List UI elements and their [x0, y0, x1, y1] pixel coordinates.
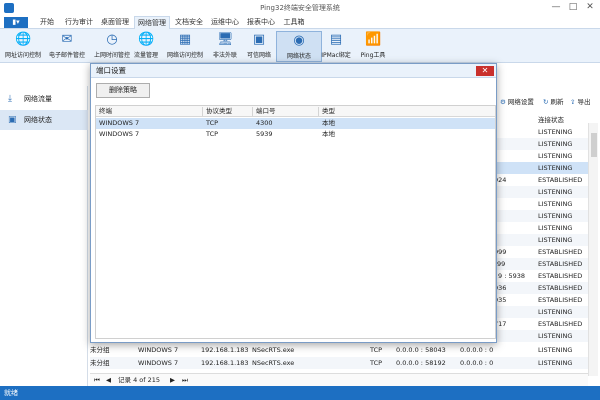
table-row[interactable]: 未分组 WINDOWS 7 192.168.1.183 NSecRTS.exe …: [90, 344, 590, 356]
app-menu-button[interactable]: ▮▾: [4, 17, 28, 28]
delete-policy-button[interactable]: 删除策略: [96, 83, 150, 98]
column-header-type[interactable]: 类型: [322, 106, 335, 117]
table-row[interactable]: 未分组 WINDOWS 7 192.168.1.183 NSecRTS.exe …: [90, 357, 590, 369]
ribbon-email-control[interactable]: ✉ 电子邮件管控: [44, 31, 90, 62]
globe-icon: 🌐: [15, 32, 32, 47]
globe-flow-icon: 🌐: [138, 32, 155, 47]
table-vertical-scrollbar[interactable]: [588, 123, 598, 376]
status-bar: 就绪: [0, 386, 600, 400]
minimize-button[interactable]: —: [548, 0, 564, 16]
table-row[interactable]: WINDOWS 7 TCP 5939 本地: [96, 129, 495, 140]
scrollbar-thumb[interactable]: [591, 133, 597, 157]
port-grid-header: 终端 协议类型 端口号 类型: [96, 106, 495, 117]
tab-document-security[interactable]: 文档安全: [172, 16, 206, 29]
tab-behavior-audit[interactable]: 行为审计: [62, 16, 96, 29]
network-icon: ▣: [8, 115, 17, 125]
window-title: Ping32终端安全管理系统: [260, 4, 340, 12]
settings-icon: ⚙: [500, 98, 506, 106]
dialog-close-button[interactable]: ✕: [476, 66, 494, 76]
title-bar: Ping32终端安全管理系统 — □ ✕: [0, 0, 600, 16]
traffic-icon: ⤓: [8, 94, 12, 104]
pager: ⏮ ◀ 记录 4 of 215 ▶ ⏭: [90, 373, 588, 386]
ribbon-ping-tool[interactable]: 📶 Ping工具: [350, 31, 396, 62]
dialog-title: 端口设置 ✕: [91, 64, 496, 78]
tab-network-management[interactable]: 网络管理: [134, 16, 170, 29]
refresh-button[interactable]: ↻ 刷新: [543, 96, 564, 108]
export-icon: ⇪: [570, 98, 576, 106]
trusted-network-icon: ▣: [252, 32, 266, 47]
left-nav: ⤓ 网络流量 ▣ 网络状态: [0, 86, 88, 386]
export-button[interactable]: ⇪ 导出: [570, 96, 591, 108]
port-grid: 终端 协议类型 端口号 类型 WINDOWS 7 TCP 4300 本地 WIN…: [95, 105, 496, 339]
port-settings-dialog: 端口设置 ✕ 删除策略 终端 协议类型 端口号 类型 WINDOWS 7 TCP…: [90, 63, 497, 343]
column-header-protocol[interactable]: 协议类型: [206, 106, 232, 117]
tab-desktop-management[interactable]: 桌面管理: [98, 16, 132, 29]
email-icon: ✉: [61, 32, 73, 47]
menu-bar: ▮▾ 开始 行为审计 桌面管理 网络管理 文档安全 运维中心 报表中心 工具箱: [0, 16, 600, 29]
refresh-icon: ↻: [543, 98, 549, 106]
column-header-port[interactable]: 端口号: [256, 106, 276, 117]
nav-item-network-traffic[interactable]: ⤓ 网络流量: [0, 89, 88, 109]
tab-ops-center[interactable]: 运维中心: [208, 16, 242, 29]
table-row[interactable]: WINDOWS 7 TCP 4300 本地: [96, 118, 495, 129]
tab-toolbox[interactable]: 工具箱: [280, 16, 308, 29]
close-button[interactable]: ✕: [582, 0, 598, 16]
tab-report-center[interactable]: 报表中心: [244, 16, 278, 29]
network-status-icon: ◉: [293, 33, 305, 48]
column-header-terminal[interactable]: 终端: [99, 106, 112, 117]
ribbon-toolbar: 🌐 网址访问控制 ✉ 电子邮件管控 ◷ 上网时间管控 🌐 流量管理 ▦ 网络访问…: [0, 29, 600, 63]
tab-start[interactable]: 开始: [34, 16, 60, 29]
computer-icon: 🖥: [217, 32, 234, 47]
firewall-icon: ▦: [178, 32, 192, 47]
ping-icon: 📶: [365, 32, 382, 47]
maximize-button[interactable]: □: [565, 0, 581, 16]
nav-item-network-status[interactable]: ▣ 网络状态: [0, 110, 88, 130]
ipmac-icon: ▤: [329, 32, 343, 47]
ribbon-url-access-control[interactable]: 🌐 网址访问控制: [0, 31, 46, 62]
clock-icon: ◷: [106, 32, 118, 47]
column-header-conn-state: 连接状态: [538, 116, 564, 124]
network-settings-button[interactable]: ⚙ 网络设置: [500, 96, 534, 108]
